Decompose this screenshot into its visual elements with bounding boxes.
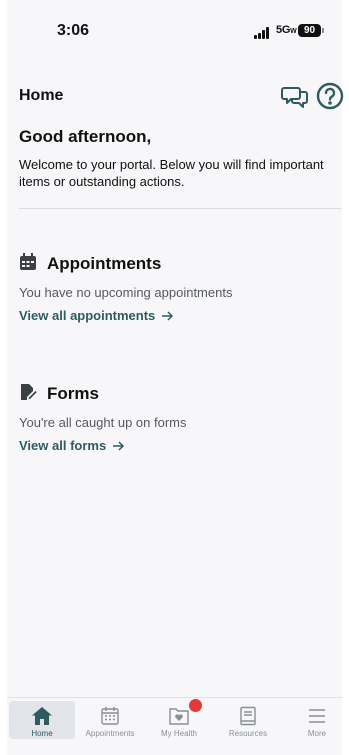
tab-more[interactable]: More (284, 701, 349, 739)
home-icon (31, 706, 53, 726)
notification-badge (189, 699, 202, 712)
arrow-right-icon (112, 439, 125, 454)
arrow-right-icon (161, 309, 174, 324)
divider (19, 208, 341, 209)
tab-appointments[interactable]: Appointments (77, 701, 143, 739)
help-icon[interactable] (316, 82, 344, 110)
page-title: Home (19, 87, 64, 104)
view-all-forms-link[interactable]: View all forms (19, 438, 125, 454)
tab-my-health[interactable]: My Health (146, 701, 212, 739)
tab-resources[interactable]: Resources (215, 701, 281, 739)
bottom-tab-bar: Home Appointments My Health Resources Mo… (7, 697, 342, 755)
tab-home[interactable]: Home (9, 701, 75, 739)
app-screen: 3:06 5GW 90 Home Good afternoon, Welcome… (7, 0, 344, 755)
tab-more-label: More (307, 729, 327, 738)
appointments-status: You have no upcoming appointments (19, 285, 233, 300)
forms-status: You're all caught up on forms (19, 415, 187, 430)
network-label: 5GW (276, 24, 297, 36)
greeting: Good afternoon, (19, 127, 152, 146)
calendar-icon (19, 253, 37, 271)
tab-appointments-label: Appointments (85, 729, 135, 738)
view-all-forms-label: View all forms (19, 438, 107, 453)
book-icon (237, 706, 259, 726)
tab-resources-label: Resources (228, 729, 268, 738)
view-all-appointments-label: View all appointments (19, 308, 156, 323)
status-time: 3:06 (57, 22, 90, 39)
tab-home-label: Home (31, 729, 53, 738)
battery-icon: 90 (298, 24, 321, 37)
forms-title: Forms (47, 384, 99, 403)
calendar-icon (99, 706, 121, 726)
view-all-appointments-link[interactable]: View all appointments (19, 308, 174, 324)
signal-icon (254, 27, 272, 39)
tab-my-health-label: My Health (160, 729, 197, 738)
heart-folder-icon (168, 706, 190, 726)
battery-tip (322, 28, 324, 33)
status-bar: 3:06 5GW 90 (7, 0, 342, 62)
menu-icon (306, 706, 328, 726)
chat-icon[interactable] (281, 83, 309, 109)
welcome-text: Welcome to your portal. Below you will f… (19, 157, 324, 189)
appointments-title: Appointments (47, 254, 162, 273)
form-edit-icon (19, 383, 37, 401)
